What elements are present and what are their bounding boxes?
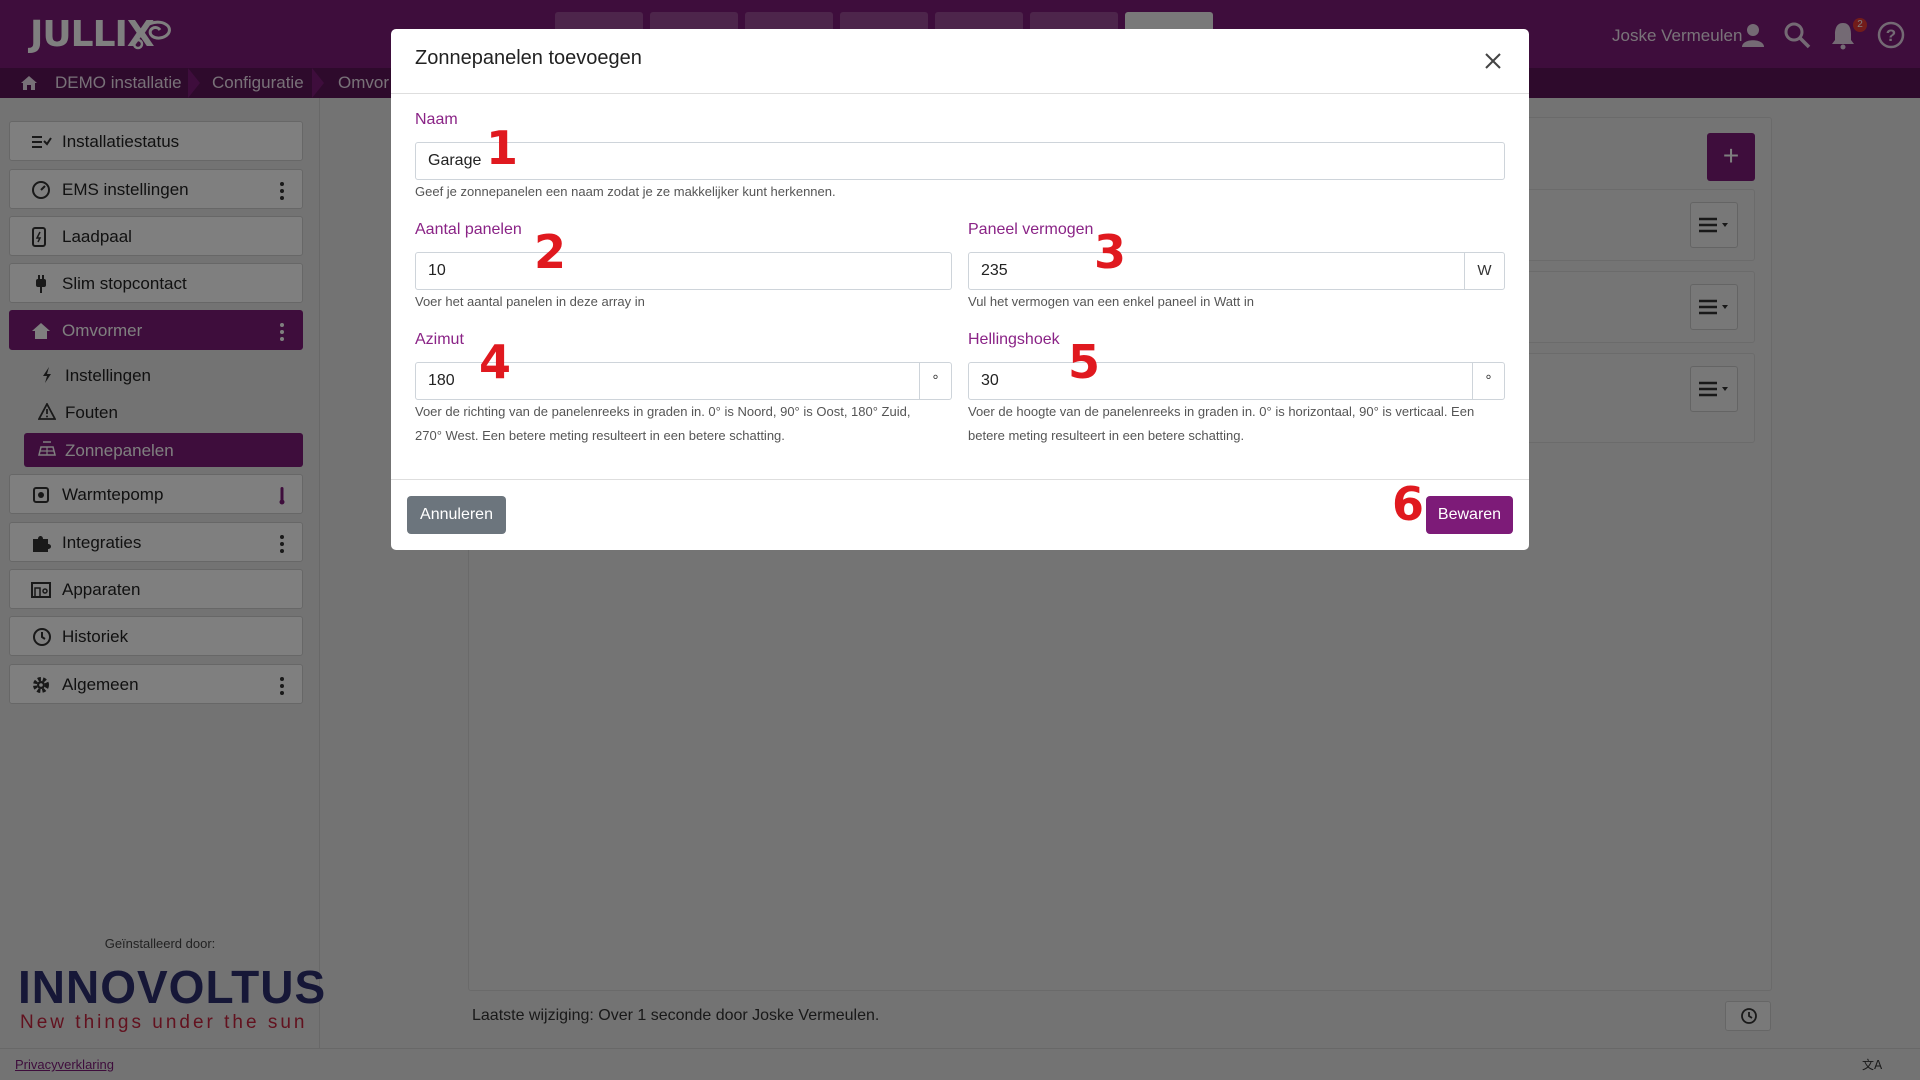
hellingshoek-label: Hellingshoek	[968, 331, 1060, 348]
azimut-degree-addon: °	[919, 362, 952, 400]
annotation-marker-4: 4	[479, 335, 512, 389]
save-button[interactable]: Bewaren	[1426, 496, 1513, 534]
cancel-button[interactable]: Annuleren	[407, 496, 506, 534]
hellingshoek-help-line-2: betere meting resulteert in een betere s…	[968, 428, 1245, 443]
dialog-footer	[391, 479, 1529, 550]
watt-unit-addon: W	[1464, 252, 1505, 290]
aantal-panelen-help: Voer het aantal panelen in deze array in	[415, 294, 645, 309]
paneel-vermogen-label: Paneel vermogen	[968, 221, 1094, 238]
paneel-vermogen-help: Vul het vermogen van een enkel paneel in…	[968, 294, 1254, 309]
aantal-panelen-label: Aantal panelen	[415, 221, 522, 238]
add-solar-panels-dialog: Zonnepanelen toevoegen Naam Garage Geef …	[391, 29, 1529, 550]
aantal-panelen-input[interactable]: 10	[415, 252, 952, 290]
annotation-marker-5: 5	[1068, 335, 1101, 389]
naam-input[interactable]: Garage	[415, 142, 1505, 180]
hellingshoek-input[interactable]: 30	[968, 362, 1473, 400]
dialog-title: Zonnepanelen toevoegen	[415, 47, 642, 69]
annotation-marker-6: 6	[1392, 477, 1425, 531]
naam-label: Naam	[415, 111, 458, 128]
azimut-label: Azimut	[415, 331, 464, 348]
azimut-help-line-2: 270° West. Een betere meting resulteert …	[415, 428, 785, 443]
naam-help: Geef je zonnepanelen een naam zodat je z…	[415, 184, 836, 199]
dialog-header: Zonnepanelen toevoegen	[391, 29, 1529, 94]
annotation-marker-1: 1	[486, 121, 519, 175]
annotation-marker-3: 3	[1094, 225, 1127, 279]
paneel-vermogen-input[interactable]: 235	[968, 252, 1465, 290]
azimut-help-line-1: Voer de richting van de panelenreeks in …	[415, 404, 911, 419]
hellingshoek-degree-addon: °	[1472, 362, 1505, 400]
hellingshoek-help-line-1: Voer de hoogte van de panelenreeks in gr…	[968, 404, 1475, 419]
annotation-marker-2: 2	[534, 225, 567, 279]
close-icon[interactable]	[1481, 49, 1505, 73]
